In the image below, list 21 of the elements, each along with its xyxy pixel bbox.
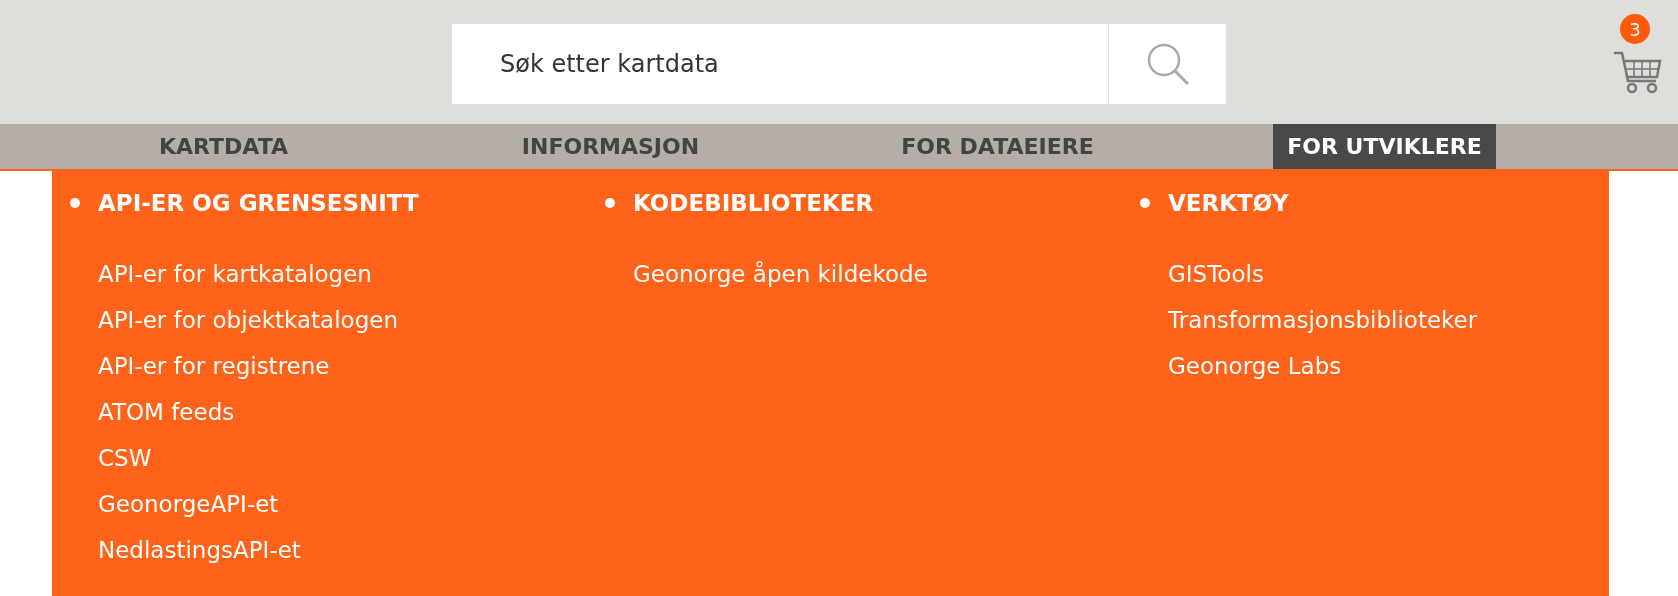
menu-link[interactable]: API-er for objektkatalogen — [70, 297, 605, 343]
nav-tab[interactable]: KARTDATA — [145, 124, 302, 169]
nav-tab[interactable]: FOR DATAEIERE — [887, 124, 1108, 169]
search-field[interactable]: Søk etter kartdata — [452, 24, 1108, 104]
menu-link[interactable]: NedlastingsAPI-et — [70, 527, 605, 573]
menu-link[interactable]: GISTools — [1140, 251, 1609, 297]
cart-count-badge: 3 — [1620, 14, 1650, 44]
menu-heading[interactable]: KODEBIBLIOTEKER — [605, 185, 1140, 221]
nav-tab[interactable]: FOR UTVIKLERE — [1273, 124, 1496, 169]
search-button[interactable] — [1108, 24, 1226, 104]
menu-link[interactable]: Geonorge Labs — [1140, 343, 1609, 389]
menu-heading[interactable]: VERKTØY — [1140, 185, 1609, 221]
menu-link[interactable]: API-er for registrene — [70, 343, 605, 389]
menu-link[interactable]: Geonorge åpen kildekode — [605, 251, 1140, 297]
nav-tab[interactable]: INFORMASJON — [507, 124, 714, 169]
menu-link[interactable]: ATOM feeds — [70, 389, 605, 435]
menu-heading[interactable]: API-ER OG GRENSESNITT — [70, 185, 605, 221]
menu-link[interactable]: Transformasjonsbiblioteker — [1140, 297, 1609, 343]
menu-link[interactable]: CSW — [70, 435, 605, 481]
menu-link[interactable]: API-er for kartkatalogen — [70, 251, 605, 297]
menu-link[interactable]: GeonorgeAPI-et — [70, 481, 605, 527]
